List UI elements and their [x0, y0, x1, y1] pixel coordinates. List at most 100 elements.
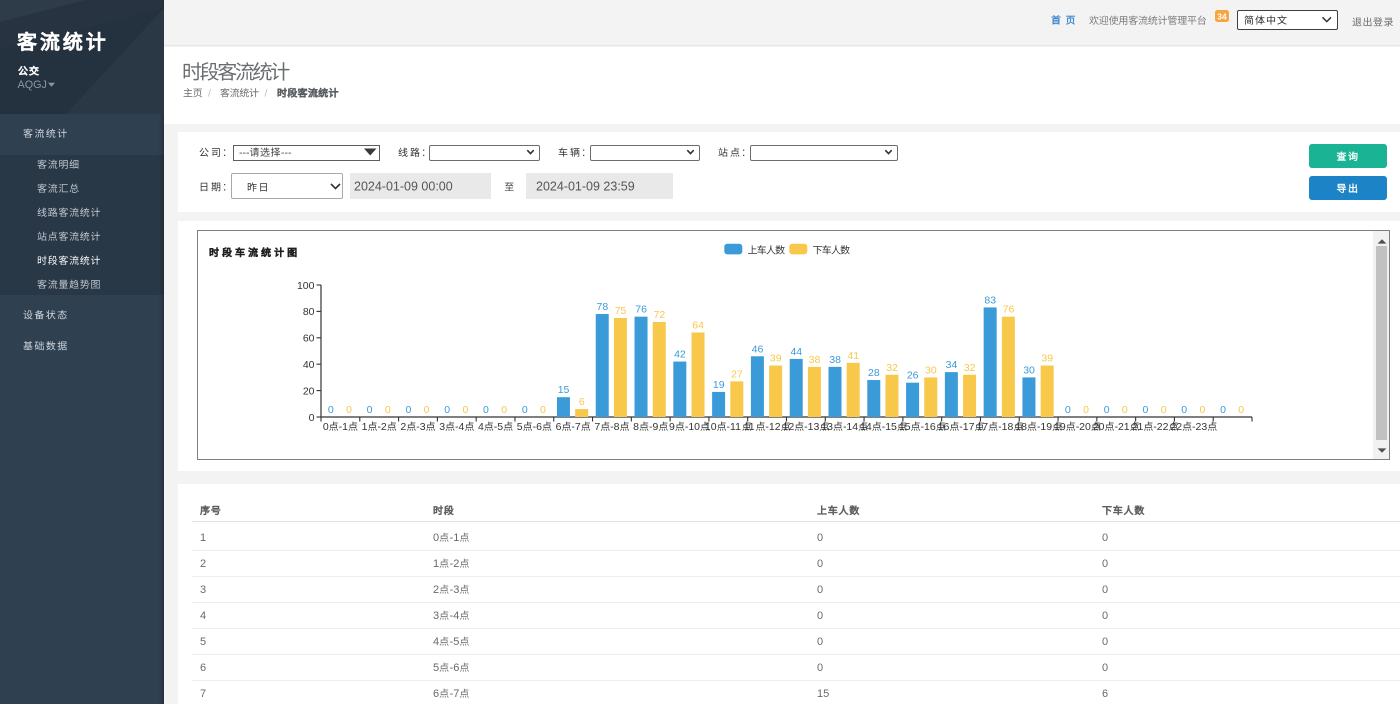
- svg-text:41: 41: [847, 350, 859, 362]
- svg-text:-1: -1: [339, 421, 348, 433]
- svg-text:/: /: [208, 88, 211, 100]
- svg-text:6: 6: [200, 662, 206, 674]
- svg-text:0: 0: [817, 558, 823, 570]
- svg-text:60: 60: [303, 333, 315, 345]
- svg-text:46: 46: [752, 343, 764, 355]
- svg-text:80: 80: [303, 306, 315, 318]
- svg-text:-18: -18: [998, 421, 1013, 433]
- svg-text:15: 15: [558, 384, 570, 396]
- svg-text:7: 7: [594, 421, 600, 433]
- svg-text:32: 32: [886, 362, 898, 374]
- svg-text:-5: -5: [450, 636, 460, 648]
- svg-text::: :: [742, 145, 745, 159]
- svg-text:6: 6: [1102, 688, 1108, 700]
- svg-text:64: 64: [692, 320, 704, 332]
- svg-text:0: 0: [433, 532, 439, 544]
- svg-text:0: 0: [817, 636, 823, 648]
- svg-text:83: 83: [984, 294, 996, 306]
- svg-text:30: 30: [925, 364, 937, 376]
- svg-text:0: 0: [1143, 404, 1149, 416]
- svg-text:10: 10: [705, 421, 717, 433]
- svg-text:0: 0: [424, 404, 430, 416]
- svg-text:0: 0: [367, 404, 373, 416]
- svg-text:-17: -17: [959, 421, 974, 433]
- svg-text:0: 0: [405, 404, 411, 416]
- svg-text:-3: -3: [450, 584, 460, 596]
- svg-text:0: 0: [540, 404, 546, 416]
- svg-text:0: 0: [1102, 584, 1108, 596]
- svg-text:78: 78: [597, 301, 609, 313]
- svg-text:6: 6: [579, 396, 585, 408]
- svg-text:39: 39: [1041, 353, 1053, 365]
- svg-text:0: 0: [1238, 404, 1244, 416]
- svg-text:0: 0: [309, 412, 315, 424]
- svg-text:38: 38: [809, 354, 821, 366]
- svg-text:40: 40: [303, 359, 315, 371]
- svg-text:76: 76: [635, 304, 647, 316]
- svg-text:-10: -10: [685, 421, 700, 433]
- svg-text:-22: -22: [1153, 421, 1168, 433]
- svg-text:0: 0: [1102, 532, 1108, 544]
- svg-text:38: 38: [829, 354, 841, 366]
- svg-text:30: 30: [1023, 364, 1035, 376]
- svg-text::: :: [223, 180, 226, 194]
- svg-text:13: 13: [821, 421, 833, 433]
- svg-text:---: ---: [281, 147, 292, 159]
- svg-text:-4: -4: [450, 610, 460, 622]
- svg-text:0: 0: [1161, 404, 1167, 416]
- svg-text:-6: -6: [533, 421, 542, 433]
- svg-text:-19: -19: [1037, 421, 1052, 433]
- svg-text:0: 0: [501, 404, 507, 416]
- svg-text:34: 34: [946, 359, 958, 371]
- svg-text:6: 6: [433, 688, 439, 700]
- svg-text:0: 0: [1181, 404, 1187, 416]
- svg-text:0: 0: [1220, 404, 1226, 416]
- svg-text:76: 76: [1003, 304, 1015, 316]
- svg-text:100: 100: [297, 280, 315, 292]
- svg-text:32: 32: [964, 362, 976, 374]
- svg-text:0: 0: [1102, 662, 1108, 674]
- svg-text:5: 5: [517, 421, 523, 433]
- svg-text:-11: -11: [727, 421, 742, 433]
- svg-text:3: 3: [439, 421, 445, 433]
- svg-text:12: 12: [782, 421, 794, 433]
- svg-text:2: 2: [200, 558, 206, 570]
- svg-text:-9: -9: [649, 421, 658, 433]
- svg-text:-14: -14: [843, 421, 858, 433]
- svg-text:-13: -13: [804, 421, 819, 433]
- svg-text:19: 19: [1054, 421, 1066, 433]
- svg-text:39: 39: [770, 353, 782, 365]
- svg-text:0: 0: [817, 584, 823, 596]
- svg-text:2: 2: [400, 421, 406, 433]
- svg-text:0: 0: [444, 404, 450, 416]
- svg-text:0: 0: [462, 404, 468, 416]
- svg-text:21: 21: [1132, 421, 1144, 433]
- svg-text:17: 17: [976, 421, 988, 433]
- svg-text:AQGJ: AQGJ: [18, 79, 47, 91]
- svg-text:0: 0: [346, 404, 352, 416]
- svg-text:8: 8: [633, 421, 639, 433]
- svg-text:-1: -1: [450, 532, 460, 544]
- svg-text:0: 0: [1065, 404, 1071, 416]
- svg-text:-2: -2: [450, 558, 460, 570]
- svg-text:4: 4: [478, 421, 484, 433]
- svg-text:27: 27: [731, 368, 743, 380]
- svg-text:-7: -7: [571, 421, 580, 433]
- svg-text:14: 14: [860, 421, 872, 433]
- svg-text:15: 15: [899, 421, 911, 433]
- svg-text:0: 0: [817, 610, 823, 622]
- svg-text:2024-01-09 00:00: 2024-01-09 00:00: [354, 180, 453, 194]
- svg-text:0: 0: [1102, 558, 1108, 570]
- svg-text:0: 0: [323, 421, 329, 433]
- svg-text:-4: -4: [455, 421, 464, 433]
- svg-text:1: 1: [433, 558, 439, 570]
- svg-text:0: 0: [328, 404, 334, 416]
- svg-text:-15: -15: [882, 421, 897, 433]
- svg-text:3: 3: [200, 584, 206, 596]
- svg-text:0: 0: [1200, 404, 1206, 416]
- svg-text:0: 0: [1102, 610, 1108, 622]
- svg-text:3: 3: [433, 610, 439, 622]
- svg-text:34: 34: [1217, 11, 1227, 21]
- svg-text:19: 19: [713, 379, 725, 391]
- svg-text:42: 42: [674, 349, 686, 361]
